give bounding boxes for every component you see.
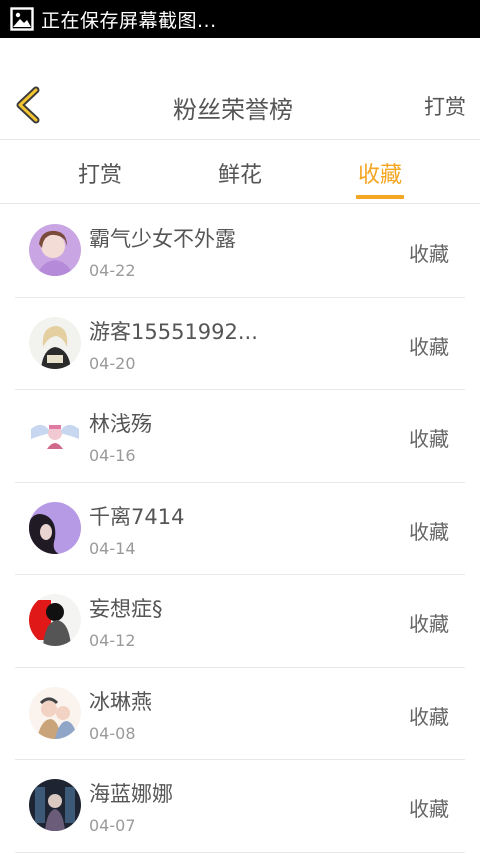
status-bar: 正在保存屏幕截图... (0, 0, 480, 38)
status-text: 正在保存屏幕截图... (41, 9, 217, 32)
navigation-bar: 粉丝荣誉榜 打赏 (0, 70, 480, 140)
fan-name: 海蓝娜娜 (89, 782, 173, 806)
list-item[interactable]: 千离7414 04-14 收藏 (15, 483, 465, 575)
fan-list: 霸气少女不外露 04-22 收藏 游客15551992... 04-20 收藏 … (0, 205, 480, 853)
fan-date: 04-14 (89, 538, 136, 558)
active-tab-indicator (356, 195, 404, 199)
list-item[interactable]: 林浅殇 04-16 收藏 (15, 390, 465, 483)
list-item[interactable]: 海蓝娜娜 04-07 收藏 (15, 760, 465, 853)
fan-name: 游客15551992... (89, 319, 258, 344)
tab-flowers[interactable]: 鲜花 (210, 157, 270, 189)
avatar (29, 501, 81, 554)
tab-bar: 打赏 鲜花 收藏 (0, 140, 480, 204)
action-label: 收藏 (409, 427, 449, 451)
avatar (29, 779, 81, 831)
fan-date: 04-20 (89, 353, 136, 373)
tab-reward[interactable]: 打赏 (70, 157, 130, 189)
fan-date: 04-12 (89, 631, 136, 650)
avatar (29, 409, 81, 461)
fan-date: 04-22 (89, 261, 136, 280)
fan-name: 霸气少女不外露 (89, 227, 236, 251)
fan-name: 千离7414 (89, 504, 185, 529)
action-label: 收藏 (409, 519, 449, 544)
fan-date: 04-07 (89, 816, 136, 835)
action-label: 收藏 (409, 334, 449, 359)
tab-favorites[interactable]: 收藏 (350, 157, 410, 189)
image-icon (10, 7, 34, 31)
fan-name: 妄想症§ (89, 597, 163, 621)
avatar (29, 316, 81, 369)
fan-name: 林浅殇 (89, 412, 152, 436)
fan-date: 04-16 (89, 446, 136, 465)
list-item[interactable]: 霸气少女不外露 04-22 收藏 (15, 205, 465, 298)
action-label: 收藏 (409, 612, 449, 636)
avatar (29, 224, 81, 276)
action-label: 收藏 (409, 704, 449, 729)
list-item[interactable]: 冰琳燕 04-08 收藏 (15, 668, 465, 760)
avatar (29, 594, 81, 646)
fan-name: 冰琳燕 (89, 689, 152, 714)
list-item[interactable]: 妄想症§ 04-12 收藏 (15, 575, 465, 668)
fan-date: 04-08 (89, 723, 136, 743)
avatar (29, 686, 81, 739)
list-item[interactable]: 游客15551992... 04-20 收藏 (15, 298, 465, 390)
page-title: 粉丝荣誉榜 (173, 96, 293, 124)
reward-button[interactable]: 打赏 (424, 91, 466, 121)
action-label: 收藏 (409, 242, 449, 266)
action-label: 收藏 (409, 797, 449, 821)
